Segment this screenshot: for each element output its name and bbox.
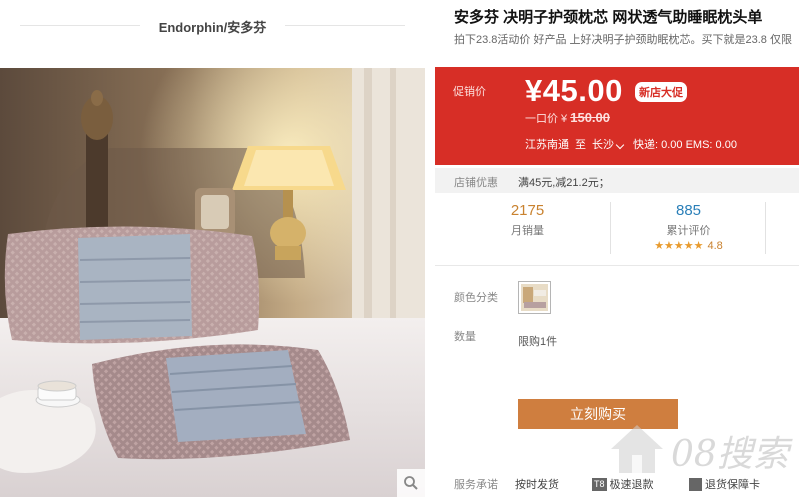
monthly-sales-stat: 2175 月销量 bbox=[440, 202, 615, 238]
house-icon bbox=[611, 425, 663, 473]
service-label: 服务承诺 bbox=[454, 479, 498, 491]
quantity-label: 数量 bbox=[454, 331, 476, 343]
discount-label: 店铺优惠 bbox=[454, 177, 498, 189]
product-main-image[interactable] bbox=[0, 68, 425, 497]
brand-link[interactable]: Endorphin/安多芬 bbox=[0, 17, 425, 36]
price-panel: 促销价 ¥45.00 新店大促 一口价 ¥ 150.00 江苏南通 至 长沙 快… bbox=[435, 67, 799, 165]
service-ontime-delivery[interactable]: 按时发货 bbox=[515, 476, 559, 492]
product-subtitle: 拍下23.8活动价 好产品 上好决明子护颈助眠枕芯。买下就是23.8 仅限 bbox=[454, 34, 792, 46]
shop-discount: 店铺优惠 满45元,减21.2元； bbox=[435, 168, 799, 193]
ship-to-word: 至 bbox=[575, 139, 586, 151]
rating-stars: ★★★★★ 4.8 bbox=[601, 239, 776, 252]
quantity-limit: 限购1件 bbox=[518, 336, 558, 348]
watermark-text: 08搜索 bbox=[671, 434, 789, 475]
ship-to-selector[interactable]: 长沙 bbox=[592, 136, 625, 152]
service-text: 按时发货 bbox=[515, 479, 559, 491]
review-count[interactable]: 885 bbox=[601, 202, 776, 219]
original-price: 150.00 bbox=[570, 110, 610, 125]
rating-score: 4.8 bbox=[707, 240, 723, 252]
review-label: 累计评价 bbox=[666, 225, 711, 237]
shipping-fees: 快递: 0.00 EMS: 0.00 bbox=[633, 139, 737, 151]
color-option[interactable] bbox=[518, 281, 551, 314]
promo-price: ¥45.00 bbox=[525, 73, 623, 108]
product-title: 安多芬 决明子护颈枕芯 网状透气助睡眠枕头单 bbox=[454, 9, 763, 26]
price-label: 促销价 bbox=[453, 86, 486, 98]
watermark: 08搜索 bbox=[601, 405, 799, 497]
reviews-stat[interactable]: 885 累计评价 ★★★★★ 4.8 bbox=[601, 202, 776, 252]
divider bbox=[435, 265, 799, 266]
ship-from: 江苏南通 bbox=[525, 139, 569, 151]
sales-stats: 2175 月销量 885 累计评价 ★★★★★ 4.8 bbox=[435, 198, 799, 260]
brand-header: Endorphin/安多芬 bbox=[0, 0, 425, 50]
original-price-row: 一口价 ¥ 150.00 bbox=[525, 110, 610, 126]
product-gallery: Endorphin/安多芬 bbox=[0, 0, 425, 497]
monthly-sales-label: 月销量 bbox=[511, 225, 544, 237]
color-option-thumbnail bbox=[521, 284, 548, 311]
monthly-sales-count: 2175 bbox=[510, 202, 545, 219]
color-label: 颜色分类 bbox=[454, 292, 498, 304]
original-price-label: 一口价 ¥ bbox=[525, 113, 571, 125]
brand-name[interactable]: Endorphin/安多芬 bbox=[146, 20, 279, 35]
divider bbox=[765, 202, 766, 254]
ship-to-city[interactable]: 长沙 bbox=[592, 139, 614, 151]
star-icons: ★★★★★ bbox=[654, 240, 704, 252]
shipping-row: 江苏南通 至 长沙 快递: 0.00 EMS: 0.00 bbox=[525, 136, 737, 152]
zoom-button[interactable] bbox=[397, 469, 425, 497]
chevron-down-icon bbox=[615, 140, 625, 150]
promo-badge: 新店大促 bbox=[635, 82, 687, 102]
magnifier-icon bbox=[403, 475, 419, 491]
discount-text: 满45元,减21.2元； bbox=[518, 177, 610, 189]
